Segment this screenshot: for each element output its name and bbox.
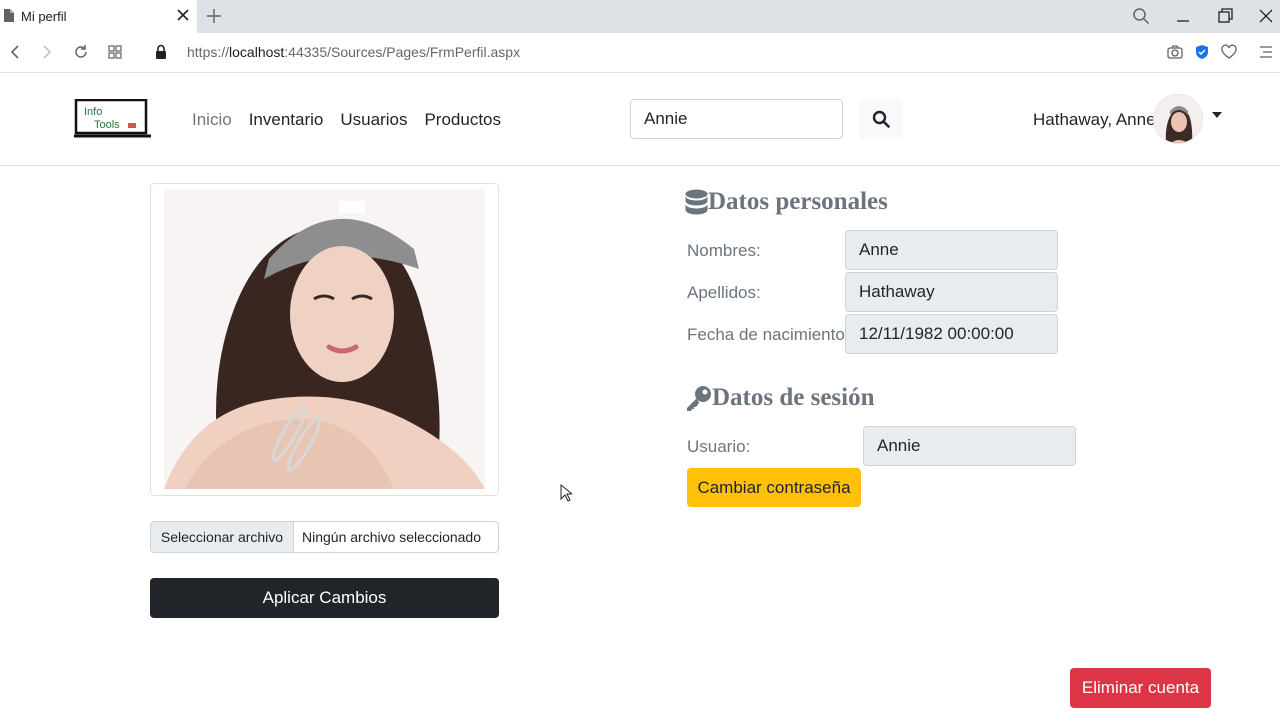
reload-icon[interactable] bbox=[72, 43, 90, 61]
birthdate-label: Fecha de nacimiento: bbox=[687, 325, 850, 344]
avatar-image bbox=[1154, 95, 1202, 143]
page-icon bbox=[4, 9, 14, 22]
url-host: localhost bbox=[229, 44, 285, 60]
grid-icon[interactable] bbox=[106, 43, 124, 61]
database-icon bbox=[685, 189, 708, 214]
change-password-button[interactable]: Cambiar contraseña bbox=[687, 468, 861, 507]
apellidos-label: Apellidos: bbox=[687, 283, 761, 302]
url-path: :44335/Sources/Pages/FrmPerfil.aspx bbox=[284, 44, 521, 60]
nav-productos[interactable]: Productos bbox=[424, 110, 501, 130]
main-nav: Inicio Inventario Usuarios Productos bbox=[192, 110, 501, 130]
nombres-field[interactable]: Anne bbox=[845, 230, 1058, 270]
file-status: Ningún archivo seleccionado bbox=[302, 529, 481, 545]
key-icon bbox=[687, 385, 711, 411]
url-prefix: https:// bbox=[187, 44, 230, 60]
session-data-title: Datos de sesión bbox=[712, 384, 875, 411]
user-menu-caret[interactable] bbox=[1212, 112, 1222, 118]
usuario-label: Usuario: bbox=[687, 437, 751, 456]
user-display-name[interactable]: Hathaway, Anne bbox=[1033, 110, 1156, 130]
site-navbar: Info Tools Inicio Inventario Usuarios Pr… bbox=[0, 74, 1280, 166]
mouse-cursor-icon bbox=[560, 484, 572, 502]
apellidos-field[interactable]: Hathaway bbox=[845, 272, 1058, 312]
search-icon[interactable] bbox=[1132, 7, 1150, 25]
nav-inicio[interactable]: Inicio bbox=[192, 110, 232, 130]
session-data-heading: Datos de sesión bbox=[685, 384, 875, 412]
usuario-field[interactable]: Annie bbox=[863, 426, 1076, 466]
search-button[interactable] bbox=[859, 99, 903, 139]
plus-icon[interactable] bbox=[206, 8, 222, 24]
lock-icon bbox=[156, 44, 166, 59]
back-icon[interactable] bbox=[6, 43, 24, 61]
select-file-button[interactable]: Seleccionar archivo bbox=[151, 522, 294, 552]
nav-usuarios[interactable]: Usuarios bbox=[340, 110, 407, 130]
search-input[interactable] bbox=[630, 99, 843, 139]
svg-text:Info: Info bbox=[84, 106, 102, 118]
personal-data-heading: Datos personales bbox=[685, 188, 888, 216]
profile-photo-frame bbox=[150, 183, 499, 496]
browser-tabbar: Mi perfil bbox=[0, 0, 1280, 33]
shield-icon[interactable] bbox=[1194, 44, 1210, 60]
personal-data-title: Datos personales bbox=[708, 188, 888, 215]
apply-changes-button[interactable]: Aplicar Cambios bbox=[150, 578, 499, 618]
delete-account-button[interactable]: Eliminar cuenta bbox=[1070, 668, 1211, 708]
svg-text:Tools: Tools bbox=[94, 119, 120, 131]
camera-icon[interactable] bbox=[1167, 44, 1183, 60]
logo[interactable]: Info Tools bbox=[74, 99, 151, 139]
menu-icon[interactable] bbox=[1258, 44, 1274, 60]
browser-tab[interactable]: Mi perfil bbox=[0, 0, 197, 33]
tab-title: Mi perfil bbox=[21, 9, 67, 24]
url-field[interactable]: https://localhost:44335/Sources/Pages/Fr… bbox=[187, 44, 520, 60]
address-bar: https://localhost:44335/Sources/Pages/Fr… bbox=[0, 33, 1280, 73]
search-icon bbox=[872, 110, 890, 128]
window-close-icon[interactable] bbox=[1257, 7, 1275, 25]
restore-icon[interactable] bbox=[1216, 7, 1234, 25]
birthdate-field[interactable]: 12/11/1982 00:00:00 bbox=[845, 314, 1058, 354]
minimize-icon[interactable] bbox=[1174, 7, 1192, 25]
avatar[interactable] bbox=[1153, 94, 1203, 144]
profile-photo bbox=[164, 189, 485, 489]
nombres-label: Nombres: bbox=[687, 241, 761, 260]
file-upload[interactable]: Seleccionar archivo Ningún archivo selec… bbox=[150, 521, 499, 553]
close-icon[interactable] bbox=[176, 8, 190, 22]
nav-inventario[interactable]: Inventario bbox=[249, 110, 324, 130]
forward-icon[interactable] bbox=[38, 43, 56, 61]
heart-icon[interactable] bbox=[1221, 44, 1237, 60]
